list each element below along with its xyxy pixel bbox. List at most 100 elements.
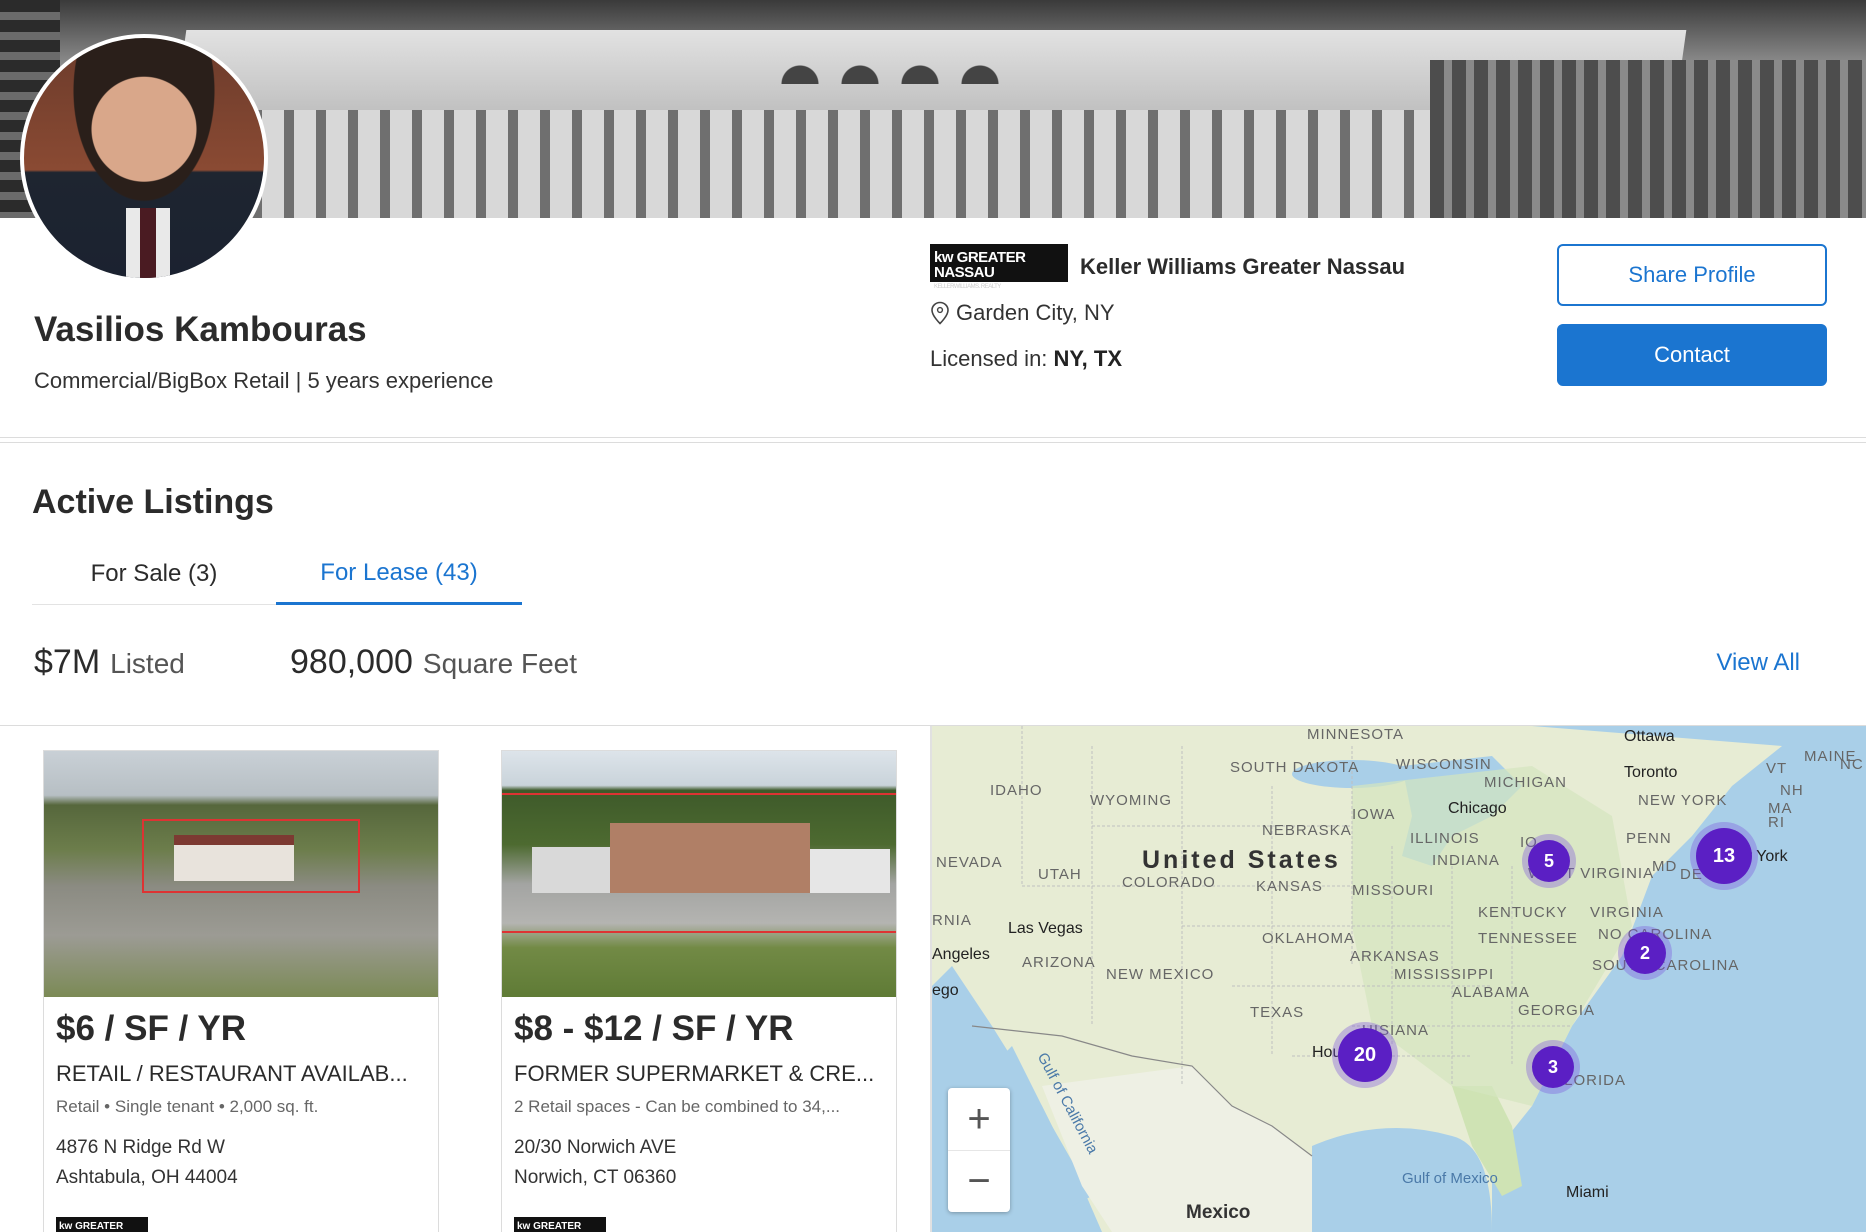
listing-card[interactable]: $8 - $12 / SF / YR FORMER SUPERMARKET & … [501, 750, 897, 1232]
map-cluster-marker[interactable]: 20 [1338, 1028, 1392, 1082]
map-label-wisconsin: WISCONSIN [1396, 756, 1492, 773]
map-label-new-york: NEW YORK [1638, 792, 1728, 809]
profile-page: Vasilios Kambouras Commercial/BigBox Ret… [0, 0, 1866, 1232]
licensed-label: Licensed in: [930, 346, 1048, 371]
map-label-virginia: VIRGINIA [1590, 904, 1664, 921]
stat-sqft-label: Square Feet [422, 648, 578, 679]
agent-location: Garden City, NY [930, 300, 1115, 326]
map-label-nevada: NEVADA [936, 854, 1003, 871]
share-profile-button[interactable]: Share Profile [1557, 244, 1827, 306]
stat-sqft-value: 980,000 [290, 643, 413, 681]
location-pin-icon [931, 301, 949, 325]
map-label-vt: VT [1766, 760, 1788, 777]
firm-logo-text: kw GREATER NASSAU [934, 249, 1026, 281]
avatar [20, 34, 268, 282]
map-label-nebraska: NEBRASKA [1262, 822, 1352, 839]
address-line2: Norwich, CT 06360 [514, 1167, 677, 1188]
map-cluster-marker[interactable]: 3 [1532, 1046, 1574, 1088]
map-city-chicago: Chicago [1448, 800, 1507, 817]
map-label-kentucky: KENTUCKY [1478, 904, 1568, 921]
listing-firm-logo: kw GREATER NASSAU [514, 1217, 606, 1232]
map-label-georgia: GEORGIA [1518, 1002, 1596, 1019]
agent-specialty: Commercial/BigBox Retail | 5 years exper… [34, 368, 494, 393]
map-label-oklahoma: OKLAHOMA [1262, 930, 1356, 947]
map-label-tennessee: TENNESSEE [1478, 930, 1578, 947]
map-label-new-mexico: NEW MEXICO [1106, 966, 1215, 983]
profile-header: Vasilios Kambouras Commercial/BigBox Ret… [0, 34, 1866, 438]
stat-square-feet: 980,000 Square Feet [290, 643, 577, 682]
map-cluster-marker[interactable]: 13 [1696, 828, 1752, 884]
listing-price: $8 - $12 / SF / YR [514, 1009, 794, 1048]
map-label-michigan: MICHIGAN [1484, 774, 1567, 791]
location-text: Garden City, NY [956, 300, 1115, 325]
map-city-toronto: Toronto [1624, 764, 1678, 781]
map-label-nc-cut: NC [1840, 756, 1864, 773]
map-label-ri: RI [1768, 814, 1785, 831]
map-zoom-control: + − [948, 1088, 1010, 1212]
section-title: Active Listings [32, 483, 274, 521]
listing-address: 4876 N Ridge Rd W Ashtabula, OH 44004 [56, 1133, 426, 1193]
map-label-mississippi: MISSISSIPPI [1394, 966, 1495, 983]
zoom-in-button[interactable]: + [948, 1088, 1010, 1150]
listing-title: RETAIL / RESTAURANT AVAILAB... [56, 1061, 408, 1086]
address-line1: 4876 N Ridge Rd W [56, 1137, 225, 1158]
licensed-value: NY, TX [1053, 346, 1123, 371]
listing-photo [44, 751, 438, 997]
map-label-iowa: IOWA [1352, 806, 1396, 823]
listing-photo [502, 751, 896, 997]
map-label-nh: NH [1780, 782, 1804, 799]
stat-listed: $7M Listed [34, 643, 185, 682]
map-label-south-dakota: SOUTH DAKOTA [1230, 759, 1360, 776]
map-label-california: RNIA [932, 912, 972, 929]
map-label-alabama: ALABAMA [1452, 984, 1530, 1001]
map-label-kansas: KANSAS [1256, 878, 1323, 895]
map-city-ottawa: Ottawa [1624, 728, 1675, 745]
contact-button[interactable]: Contact [1557, 324, 1827, 386]
listing-title: FORMER SUPERMARKET & CRE... [514, 1061, 875, 1086]
map-label-idaho: IDAHO [990, 782, 1043, 799]
firm-logo-subtext: KELLERWILLIAMS. REALTY [934, 284, 1001, 290]
zoom-out-button[interactable]: − [948, 1150, 1010, 1212]
stat-listed-value: $7M [34, 643, 101, 681]
map-city-miami: Miami [1566, 1184, 1609, 1201]
listing-price: $6 / SF / YR [56, 1009, 246, 1048]
tab-for-sale[interactable]: For Sale (3) [32, 543, 276, 605]
licensed-states: Licensed in: NY, TX [930, 346, 1122, 372]
map-label-indiana: INDIANA [1432, 852, 1500, 869]
address-line2: Ashtabula, OH 44004 [56, 1167, 238, 1188]
tab-for-lease[interactable]: For Lease (43) [276, 543, 522, 605]
view-all-link[interactable]: View All [1716, 649, 1800, 677]
active-listings-section: Active Listings For Sale (3) For Lease (… [0, 442, 1866, 726]
listing-meta: 2 Retail spaces - Can be combined to 34,… [514, 1097, 841, 1116]
listings-map[interactable]: MINNESOTA SOUTH DAKOTA IDAHO WYOMING NEB… [932, 726, 1866, 1232]
agent-name: Vasilios Kambouras [34, 310, 367, 349]
map-label-missouri: MISSOURI [1352, 882, 1435, 899]
listing-meta: Retail • Single tenant • 2,000 sq. ft. [56, 1097, 319, 1116]
listing-address: 20/30 Norwich AVE Norwich, CT 06360 [514, 1133, 884, 1193]
map-label-arizona: ARIZONA [1022, 954, 1096, 971]
map-label-utah: UTAH [1038, 866, 1082, 883]
map-city-mexico: Mexico [1186, 1202, 1251, 1223]
map-cluster-marker[interactable]: 2 [1624, 932, 1666, 974]
map-label-minnesota: MINNESOTA [1307, 726, 1405, 743]
map-label-country: United States [1142, 846, 1341, 874]
map-label-illinois: ILLINOIS [1410, 830, 1480, 847]
firm-logo: kw GREATER NASSAU KELLERWILLIAMS. REALTY [930, 244, 1068, 290]
map-label-arkansas: ARKANSAS [1350, 948, 1440, 965]
firm-name: Keller Williams Greater Nassau [1080, 254, 1406, 279]
map-city-las-vegas: Las Vegas [1008, 920, 1083, 937]
map-label-md: MD [1652, 858, 1678, 875]
address-line1: 20/30 Norwich AVE [514, 1137, 677, 1158]
listing-tabs: For Sale (3) For Lease (43) [32, 543, 522, 605]
listing-card[interactable]: $6 / SF / YR RETAIL / RESTAURANT AVAILAB… [43, 750, 439, 1232]
map-label-penn: PENN [1626, 830, 1672, 847]
map-city-san-diego: ego [932, 982, 959, 999]
map-city-los-angeles: Angeles [932, 946, 990, 963]
listing-firm-logo: kw GREATER NASSAU [56, 1217, 148, 1232]
stat-listed-label: Listed [110, 648, 185, 679]
map-cluster-marker[interactable]: 5 [1528, 840, 1570, 882]
map-water-gulf-mexico: Gulf of Mexico [1402, 1170, 1498, 1187]
map-label-colorado: COLORADO [1122, 874, 1216, 891]
cover-photo [0, 0, 1866, 218]
map-label-wyoming: WYOMING [1090, 792, 1172, 809]
